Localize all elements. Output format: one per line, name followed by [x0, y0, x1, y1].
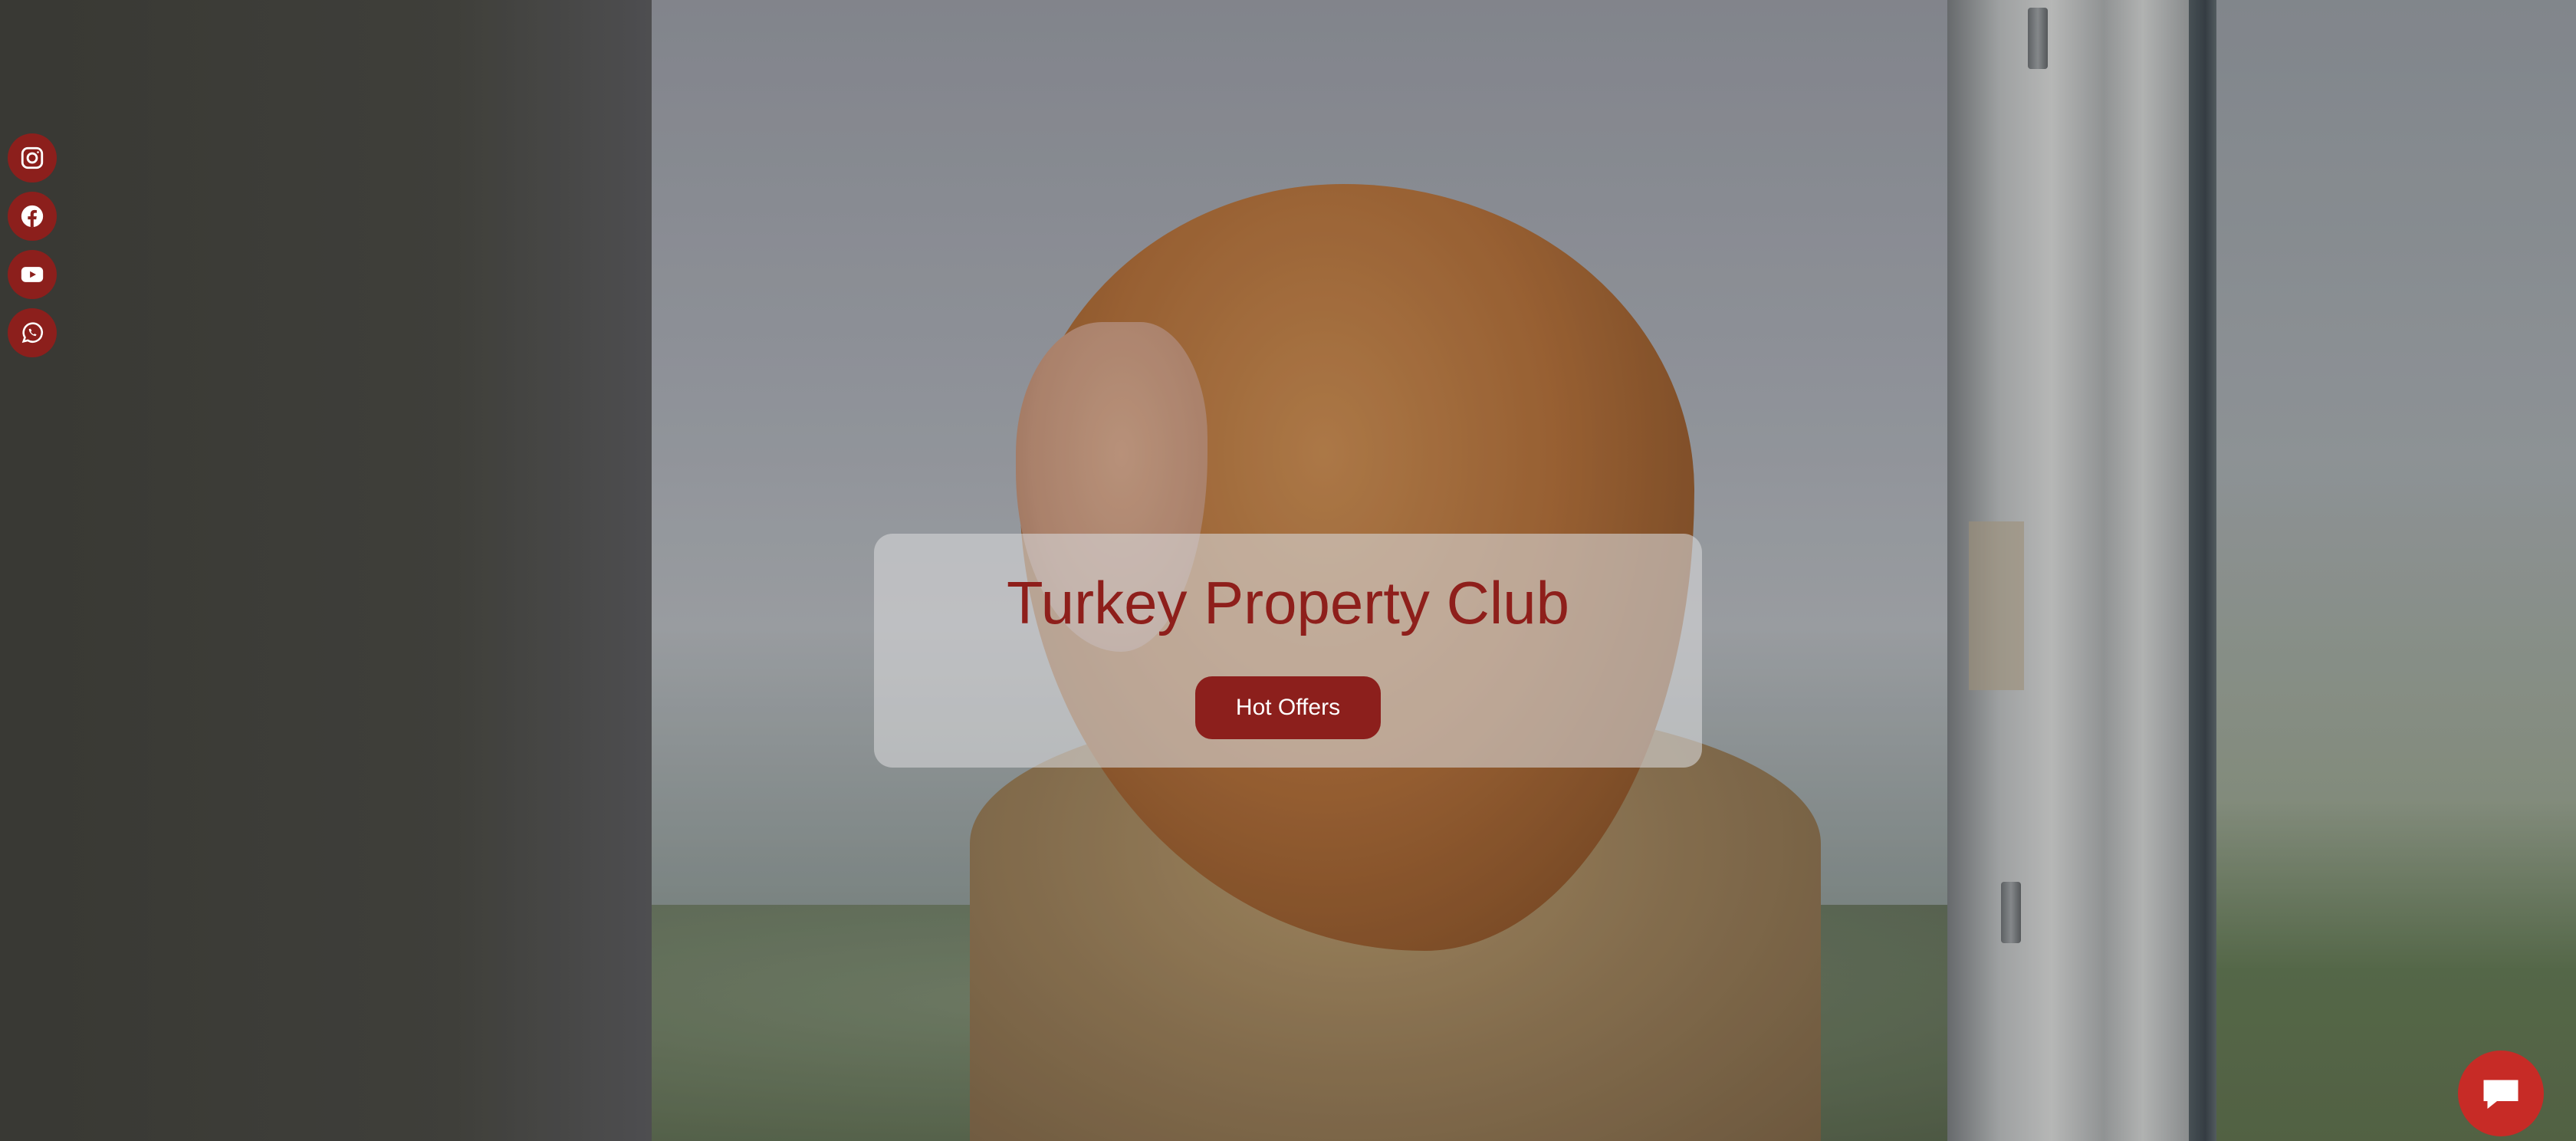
youtube-link[interactable]	[8, 250, 57, 299]
instagram-icon	[21, 146, 44, 169]
hot-offers-button[interactable]: Hot Offers	[1195, 676, 1381, 739]
hero-card: Turkey Property Club Hot Offers	[874, 534, 1702, 768]
social-links	[8, 133, 57, 367]
youtube-icon	[21, 267, 44, 282]
instagram-link[interactable]	[8, 133, 57, 182]
hero-title: Turkey Property Club	[1006, 569, 1570, 636]
facebook-link[interactable]	[8, 192, 57, 241]
chat-button[interactable]	[2458, 1051, 2544, 1136]
whatsapp-link[interactable]	[8, 308, 57, 357]
whatsapp-icon	[21, 322, 44, 344]
facebook-icon	[21, 205, 44, 228]
chat-bubble-icon	[2483, 1080, 2518, 1109]
